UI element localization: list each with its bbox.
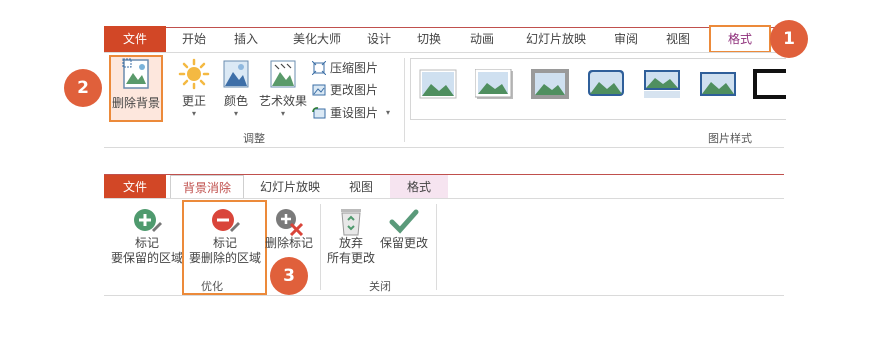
- tab-view[interactable]: 视图: [658, 26, 698, 52]
- sun-icon: [178, 58, 210, 90]
- compress-label: 压缩图片: [330, 61, 379, 75]
- tab-background-removal[interactable]: 背景消除: [170, 175, 244, 199]
- style-thumb-beveled[interactable]: [699, 69, 737, 99]
- style-thumb-reflected[interactable]: [643, 69, 681, 99]
- mark-remove-line2: 要删除的区域: [188, 251, 261, 265]
- ribbon1-tabbar: 文件 开始 插入 美化大师 设计 切换 动画 幻灯片放映 审阅 视图 格式: [104, 25, 784, 53]
- tab-file[interactable]: 文件: [104, 26, 166, 52]
- chevron-down-icon: ▾: [233, 109, 238, 118]
- artistic-effects-icon: [270, 60, 296, 88]
- picture-style-icon: [753, 69, 786, 99]
- ribbon1-tab-bottom-line: [104, 52, 784, 53]
- adjust-group-label: 调整: [243, 132, 265, 145]
- discard-line2: 所有更改: [326, 251, 375, 265]
- callout-1: 1: [770, 20, 808, 58]
- ribbon2-tabbar: 文件 背景消除 幻灯片放映 视图 格式: [104, 175, 784, 199]
- discard-changes-button[interactable]: 放弃 所有更改: [324, 206, 378, 266]
- corrections-label: 更正: [181, 94, 206, 108]
- compress-pictures-button[interactable]: 压缩图片: [312, 59, 378, 76]
- remove-background-label: 删除背景: [111, 96, 160, 110]
- tab-beautify[interactable]: 美化大师: [282, 26, 352, 52]
- style-thumb-metal-frame[interactable]: [531, 69, 569, 99]
- tab-insert[interactable]: 插入: [226, 26, 266, 52]
- picture-style-icon: [644, 70, 680, 98]
- discard-line1: 放弃: [338, 236, 363, 250]
- compress-icon: [312, 60, 326, 75]
- remove-background-button[interactable]: 删除背景: [109, 58, 163, 111]
- plus-pencil-icon: [134, 209, 162, 232]
- corrections-button[interactable]: 更正 ▾: [174, 58, 214, 118]
- picture-styles-group-label: 图片样式: [708, 132, 752, 145]
- tab-slideshow[interactable]: 幻灯片放映: [516, 26, 596, 52]
- picture-style-icon: [475, 69, 513, 99]
- mark-keep-line1: 标记: [134, 236, 159, 250]
- tab-view-2[interactable]: 视图: [336, 175, 386, 199]
- chevron-down-icon: ▾: [191, 109, 196, 118]
- minus-pencil-icon: [212, 209, 240, 232]
- style-thumb-thick-black[interactable]: [753, 69, 786, 99]
- style-thumb-simple-frame[interactable]: [419, 69, 457, 99]
- tab-animations[interactable]: 动画: [462, 26, 502, 52]
- ribbon2-bottom-border: [104, 295, 784, 296]
- group-separator: [436, 204, 437, 290]
- tab-transitions[interactable]: 切换: [409, 26, 449, 52]
- close-group-label: 关闭: [369, 280, 391, 293]
- mark-keep-line2: 要保留的区域: [110, 251, 183, 265]
- recycle-bin-icon: [341, 209, 361, 236]
- refine-group-label: 优化: [201, 280, 223, 293]
- picture-style-icon: [531, 69, 569, 99]
- tab-design[interactable]: 设计: [359, 26, 399, 52]
- change-picture-icon: [312, 84, 326, 95]
- mark-remove-button[interactable]: 标记 要删除的区域: [186, 206, 264, 266]
- mark-remove-line1: 标记: [212, 236, 237, 250]
- tab-file-2[interactable]: 文件: [104, 175, 166, 199]
- remove-background-icon: [122, 58, 149, 89]
- keep-changes-button[interactable]: 保留更改: [376, 206, 432, 251]
- picture-style-icon: [419, 69, 457, 99]
- chevron-down-icon: ▾: [280, 109, 285, 118]
- picture-style-icon: [700, 72, 736, 96]
- mark-keep-button[interactable]: 标记 要保留的区域: [108, 206, 186, 266]
- picture-color-icon: [223, 60, 249, 88]
- callout-3: 3: [270, 257, 308, 295]
- reset-picture-icon: [312, 106, 326, 118]
- change-picture-label: 更改图片: [330, 83, 379, 97]
- color-label: 颜色: [223, 94, 248, 108]
- callout-2: 2: [64, 69, 102, 107]
- picture-styles-gallery: [410, 58, 786, 120]
- reset-picture-button[interactable]: 重设图片 ▾: [312, 104, 390, 121]
- picture-style-icon: [588, 70, 624, 96]
- checkmark-icon: [389, 209, 419, 234]
- change-picture-button[interactable]: 更改图片: [312, 81, 378, 98]
- ribbon1-bottom-border: [104, 147, 784, 148]
- chevron-down-icon: ▾: [386, 108, 391, 117]
- tab-slideshow-2[interactable]: 幻灯片放映: [250, 175, 330, 199]
- delete-mark-button[interactable]: 删除标记: [262, 206, 316, 251]
- delete-mark-label: 删除标记: [264, 236, 313, 250]
- tab-review[interactable]: 审阅: [606, 26, 646, 52]
- tab-format[interactable]: 格式: [709, 25, 771, 53]
- group-separator: [320, 204, 321, 290]
- tab-format-2[interactable]: 格式: [390, 175, 448, 199]
- keep-changes-label: 保留更改: [379, 236, 428, 250]
- artistic-effects-label: 艺术效果: [258, 94, 307, 108]
- group-separator: [404, 58, 405, 142]
- delete-mark-icon: [276, 209, 304, 236]
- artistic-effects-button[interactable]: 艺术效果 ▾: [256, 58, 310, 118]
- color-button[interactable]: 颜色 ▾: [216, 58, 256, 118]
- tab-home[interactable]: 开始: [174, 26, 214, 52]
- style-thumb-shadow[interactable]: [475, 69, 513, 99]
- style-thumb-soft-edge[interactable]: [587, 69, 625, 99]
- reset-picture-label: 重设图片: [330, 106, 379, 120]
- ribbon2-tab-bottom-line: [104, 198, 784, 199]
